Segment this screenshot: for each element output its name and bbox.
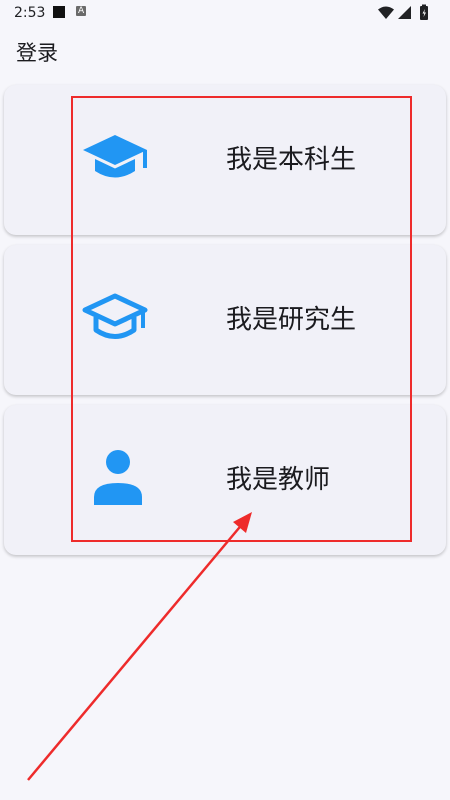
role-label-graduate: 我是研究生: [226, 305, 357, 335]
role-label-undergraduate: 我是本科生: [226, 145, 357, 175]
role-card-teacher[interactable]: 我是教师: [4, 405, 446, 555]
page-title: 登录: [16, 41, 58, 65]
role-card-graduate[interactable]: 我是研究生: [4, 245, 446, 395]
person-icon: [94, 450, 142, 505]
battery-icon: [420, 4, 428, 20]
notification-square-icon: [53, 6, 65, 18]
role-label-teacher: 我是教师: [226, 465, 331, 495]
signal-icon: [398, 6, 411, 19]
wifi-icon: [378, 6, 394, 19]
status-time: 2:53: [14, 5, 46, 21]
notification-a-letter: A: [78, 6, 85, 16]
status-bar: 2:53 A: [0, 0, 450, 26]
notification-a-icon: A: [76, 6, 86, 16]
role-card-undergraduate[interactable]: 我是本科生: [4, 85, 446, 235]
mortarboard-filled-icon: [83, 135, 147, 178]
mortarboard-outline-icon: [82, 293, 148, 339]
status-icons: [378, 4, 428, 20]
